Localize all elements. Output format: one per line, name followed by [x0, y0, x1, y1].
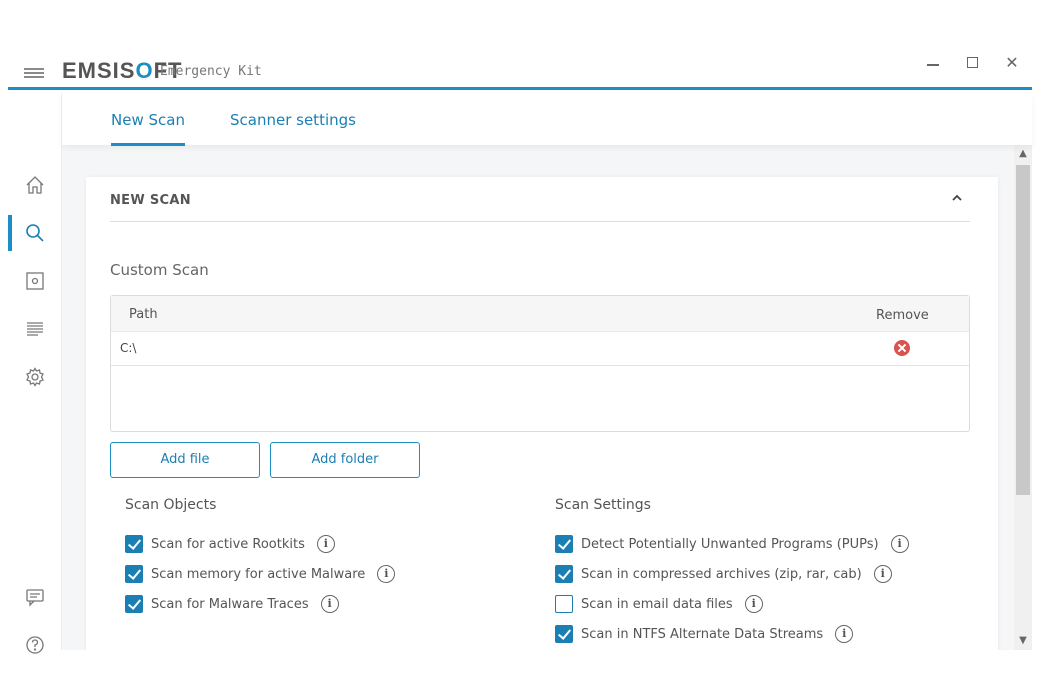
option-label[interactable]: Scan for active Rootkits [151, 537, 305, 552]
chevron-up-icon[interactable] [950, 191, 964, 205]
search-icon [26, 224, 44, 242]
option-label[interactable]: Scan for Malware Traces [151, 597, 309, 612]
gear-icon [26, 367, 44, 387]
checkbox-scan-rootkits[interactable] [125, 535, 143, 553]
remove-icon[interactable] [894, 340, 910, 356]
custom-scan-heading: Custom Scan [110, 261, 209, 279]
path-table: Path Remove C:\ [110, 295, 970, 432]
section-title: NEW SCAN [110, 193, 191, 208]
nav-logs[interactable] [8, 309, 62, 349]
option-scan-memory: Scan memory for active Malware i [125, 564, 396, 584]
nav-scan[interactable] [8, 213, 62, 253]
option-label[interactable]: Scan in NTFS Alternate Data Streams [581, 627, 823, 642]
tab-new-scan[interactable]: New Scan [111, 111, 185, 146]
tab-scanner-settings[interactable]: Scanner settings [230, 111, 356, 143]
help-icon [26, 636, 44, 654]
path-cell: C:\ [120, 341, 137, 355]
main-content: NEW SCAN Custom Scan Path Remove C:\ Add… [62, 145, 1014, 650]
option-label[interactable]: Scan in compressed archives (zip, rar, c… [581, 567, 862, 582]
maximize-icon[interactable] [957, 52, 987, 74]
vertical-scrollbar[interactable]: ▲ ▼ [1014, 145, 1032, 650]
quarantine-icon [26, 272, 44, 290]
nav-settings[interactable] [8, 357, 62, 397]
title-bar: EMSISOFT Emergency Kit ✕ [8, 44, 1032, 90]
section-header[interactable]: NEW SCAN [110, 177, 970, 222]
minimize-icon[interactable] [918, 52, 948, 74]
nav-home[interactable] [8, 165, 62, 205]
checkbox-scan-archives[interactable] [555, 565, 573, 583]
scrollbar-thumb[interactable] [1016, 165, 1030, 495]
info-icon[interactable]: i [873, 565, 892, 583]
scan-settings-title: Scan Settings [555, 497, 651, 513]
option-scan-email: Scan in email data files i [555, 594, 763, 614]
nav-feedback[interactable] [8, 577, 62, 617]
info-icon[interactable]: i [316, 535, 335, 553]
info-icon[interactable]: i [744, 595, 763, 613]
new-scan-card: NEW SCAN Custom Scan Path Remove C:\ Add… [86, 177, 998, 650]
left-nav [8, 93, 62, 654]
nav-quarantine[interactable] [8, 261, 62, 301]
scroll-up-icon[interactable]: ▲ [1014, 145, 1032, 163]
add-folder-button[interactable]: Add folder [270, 442, 420, 478]
scan-objects-title: Scan Objects [125, 497, 217, 513]
option-scan-ntfs: Scan in NTFS Alternate Data Streams i [555, 624, 854, 644]
chat-icon [26, 589, 44, 607]
column-header-remove: Remove [876, 308, 929, 323]
home-icon [26, 176, 44, 194]
hamburger-menu-icon[interactable] [24, 68, 44, 78]
info-icon[interactable]: i [377, 565, 396, 583]
option-label[interactable]: Detect Potentially Unwanted Programs (PU… [581, 537, 879, 552]
column-header-path: Path [129, 307, 158, 322]
logs-icon [27, 322, 43, 336]
option-scan-traces: Scan for Malware Traces i [125, 594, 339, 614]
checkbox-scan-ntfs[interactable] [555, 625, 573, 643]
option-label[interactable]: Scan in email data files [581, 597, 733, 612]
close-icon[interactable]: ✕ [997, 52, 1027, 74]
checkbox-detect-pups[interactable] [555, 535, 573, 553]
emsisoft-window: EMSISOFT Emergency Kit ✕ New Scan Scanne… [8, 44, 1032, 654]
add-file-button[interactable]: Add file [110, 442, 260, 478]
info-icon[interactable]: i [890, 535, 909, 553]
checkbox-scan-email[interactable] [555, 595, 573, 613]
checkbox-scan-traces[interactable] [125, 595, 143, 613]
table-row[interactable]: C:\ [111, 332, 969, 366]
nav-help[interactable] [8, 625, 62, 665]
tab-bar: New Scan Scanner settings [62, 93, 1032, 146]
info-icon[interactable]: i [835, 625, 854, 643]
option-scan-archives: Scan in compressed archives (zip, rar, c… [555, 564, 892, 584]
option-detect-pups: Detect Potentially Unwanted Programs (PU… [555, 534, 909, 554]
table-header: Path Remove [111, 296, 969, 332]
info-icon[interactable]: i [320, 595, 339, 613]
brand-subtitle: Emergency Kit [160, 64, 262, 79]
option-scan-rootkits: Scan for active Rootkits i [125, 534, 335, 554]
option-label[interactable]: Scan memory for active Malware [151, 567, 365, 582]
checkbox-scan-memory[interactable] [125, 565, 143, 583]
scroll-down-icon[interactable]: ▼ [1014, 632, 1032, 650]
